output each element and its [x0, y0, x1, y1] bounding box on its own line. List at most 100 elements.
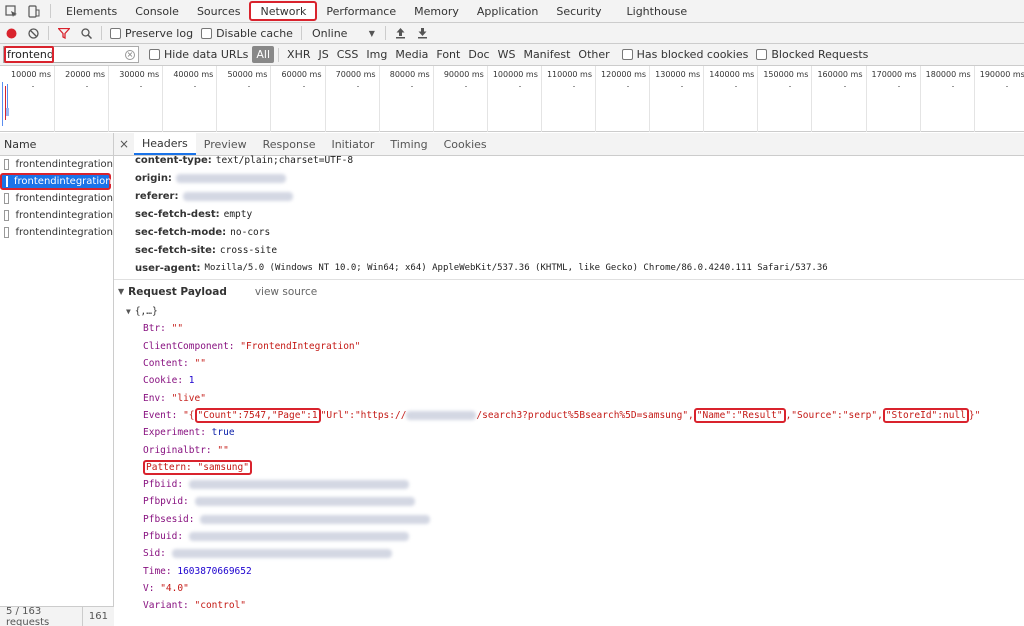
- timeline-tick-mark: [32, 86, 34, 87]
- blocked-requests-checkbox[interactable]: Blocked Requests: [756, 48, 868, 61]
- tab-lighthouse[interactable]: Lighthouse: [611, 0, 697, 22]
- tab-initiator[interactable]: Initiator: [323, 133, 382, 155]
- payload-root-label: {,…}: [134, 306, 158, 318]
- request-row[interactable]: frontendintegration: [0, 173, 112, 190]
- payload-value: true: [211, 427, 235, 439]
- redacted-value: [188, 480, 409, 490]
- header-value: empty: [223, 208, 253, 220]
- payload-row-event: Event: "{ "Count":7547,"Page":1 "Url":"h…: [114, 407, 1024, 424]
- filter-type-other[interactable]: Other: [574, 48, 613, 61]
- throttling-select[interactable]: Online ▼: [306, 27, 381, 40]
- filter-icon: [58, 27, 70, 39]
- tab-console[interactable]: Console: [126, 0, 188, 22]
- export-har-button[interactable]: [412, 23, 434, 44]
- tab-application[interactable]: Application: [468, 0, 547, 22]
- clear-button[interactable]: [22, 23, 44, 44]
- timeline-tick-label: 160000 ms: [817, 70, 863, 79]
- name-column-header[interactable]: Name: [0, 133, 113, 156]
- record-button[interactable]: [0, 23, 22, 44]
- close-icon[interactable]: ×: [114, 133, 134, 155]
- filter-type-manifest[interactable]: Manifest: [519, 48, 574, 61]
- timeline-tick-mark: [140, 86, 143, 87]
- search-button[interactable]: [75, 23, 97, 44]
- event-close: }": [968, 409, 981, 421]
- expand-triangle-icon[interactable]: ▼: [126, 307, 131, 316]
- header-key: sec-fetch-dest:: [135, 208, 220, 220]
- filter-type-xhr[interactable]: XHR: [283, 48, 314, 61]
- payload-key: Content:: [143, 358, 189, 370]
- payload-row: Pattern: "samsung": [114, 459, 1024, 476]
- tab-network[interactable]: Network: [249, 1, 318, 21]
- tab-timing[interactable]: Timing: [382, 133, 435, 155]
- filter-input[interactable]: frontend ×: [3, 46, 139, 63]
- checkbox-box[interactable]: [756, 49, 768, 60]
- request-row[interactable]: frontendintegration: [0, 207, 113, 224]
- expand-triangle-icon[interactable]: ▼: [118, 287, 124, 296]
- request-row[interactable]: frontendintegration: [0, 190, 113, 207]
- timeline-overview[interactable]: 10000 ms 20000 ms 30000 ms 40000 ms 50000 ms…: [0, 66, 1024, 132]
- document-icon: [6, 176, 8, 187]
- tab-performance[interactable]: Performance: [317, 0, 405, 22]
- filter-type-css[interactable]: CSS: [333, 48, 363, 61]
- timeline-tick-label: 170000 ms: [871, 70, 917, 79]
- header-value: Mozilla/5.0 (Windows NT 10.0; Win64; x64…: [204, 263, 828, 273]
- request-row[interactable]: frontendintegration: [0, 156, 113, 173]
- request-payload-header[interactable]: ▼ Request Payload view source: [114, 279, 1024, 303]
- disable-cache-label: Disable cache: [216, 26, 293, 40]
- hide-data-urls-checkbox[interactable]: Hide data URLs: [149, 48, 248, 61]
- payload-key: Cookie:: [143, 375, 184, 387]
- has-blocked-cookies-checkbox[interactable]: Has blocked cookies: [621, 48, 749, 61]
- import-har-button[interactable]: [390, 23, 412, 44]
- filter-type-doc[interactable]: Doc: [464, 48, 493, 61]
- checkbox-box[interactable]: [201, 27, 213, 39]
- checkbox-box[interactable]: [110, 27, 121, 39]
- tab-memory[interactable]: Memory: [405, 0, 468, 22]
- payload-row: Sid:: [114, 545, 1024, 562]
- filter-type-img[interactable]: Img: [362, 48, 391, 61]
- filter-separator: [278, 47, 280, 62]
- request-name: frontendintegration: [15, 159, 113, 170]
- header-row: sec-fetch-site: cross-site: [135, 241, 1024, 259]
- filter-type-media[interactable]: Media: [391, 48, 432, 61]
- device-toolbar-icon[interactable]: [22, 0, 44, 22]
- redacted-value: [188, 532, 409, 541]
- search-icon: [80, 27, 92, 39]
- header-row: content-type: text/plain;charset=UTF-8: [135, 151, 1024, 169]
- preserve-log-label: Preserve log: [125, 26, 194, 40]
- inspect-element-icon[interactable]: [0, 0, 22, 22]
- view-source-link[interactable]: view source: [255, 286, 317, 298]
- payload-row: Time: 1603870669652: [114, 562, 1024, 579]
- redacted-value: [175, 173, 286, 183]
- has-blocked-cookies-label: Has blocked cookies: [636, 48, 749, 61]
- filter-type-js[interactable]: JS: [315, 48, 333, 61]
- tab-response[interactable]: Response: [255, 133, 324, 155]
- tab-sources[interactable]: Sources: [188, 0, 250, 22]
- filter-type-font[interactable]: Font: [432, 48, 464, 61]
- tab-headers[interactable]: Headers: [134, 133, 196, 155]
- status-bar: 5 / 163 requests 161: [0, 605, 114, 626]
- timeline-tick-label: 60000 ms: [281, 70, 322, 79]
- tab-security[interactable]: Security: [547, 0, 610, 22]
- checkbox-box[interactable]: [149, 49, 160, 60]
- disable-cache-checkbox[interactable]: Disable cache: [201, 27, 293, 40]
- payload-key: V:: [143, 582, 155, 594]
- timeline-tick-mark: [194, 86, 197, 87]
- filter-type-all[interactable]: All: [252, 46, 275, 63]
- tab-cookies[interactable]: Cookies: [436, 133, 495, 155]
- filter-type-ws[interactable]: WS: [494, 48, 520, 61]
- preserve-log-checkbox[interactable]: Preserve log: [110, 27, 193, 40]
- payload-root[interactable]: ▼ {,…}: [114, 303, 1024, 320]
- tab-elements[interactable]: Elements: [57, 0, 126, 22]
- timeline-tick-mark: [681, 86, 684, 87]
- redacted-value: [200, 514, 431, 524]
- filter-button[interactable]: [53, 23, 75, 44]
- toolbar-separator: [101, 26, 102, 40]
- tab-preview[interactable]: Preview: [196, 133, 255, 155]
- request-row[interactable]: frontendintegration: [0, 224, 113, 241]
- event-count-page-highlight: "Count":7547,"Page":1: [194, 407, 321, 423]
- payload-row: Btr: "": [114, 320, 1024, 337]
- timeline-tick-mark: [627, 86, 630, 87]
- header-key: user-agent:: [135, 262, 201, 274]
- checkbox-box[interactable]: [621, 49, 633, 60]
- clear-filter-icon[interactable]: ×: [125, 49, 135, 60]
